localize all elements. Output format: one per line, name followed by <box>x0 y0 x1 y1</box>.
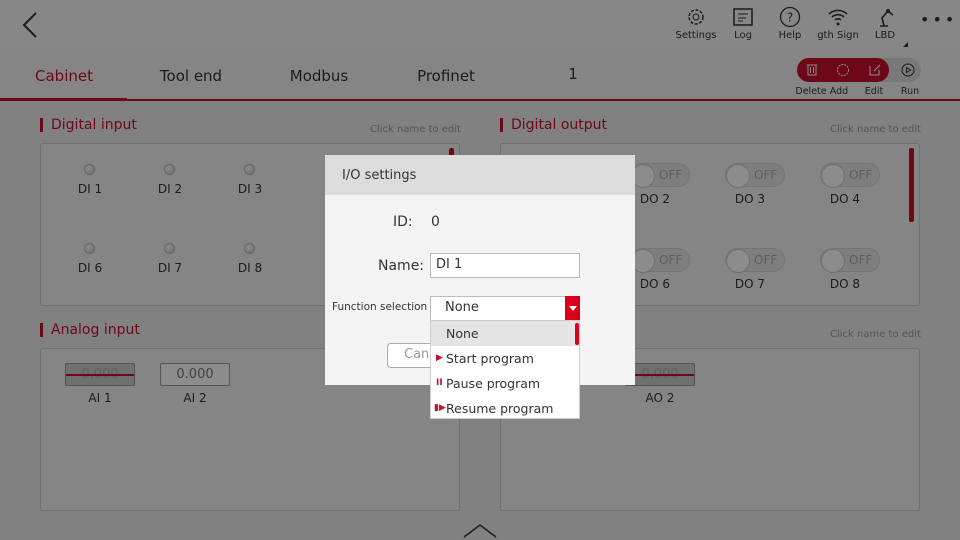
dropdown-scrollbar[interactable] <box>575 323 579 345</box>
chevron-down-icon[interactable] <box>565 296 580 321</box>
play-icon: ▶ <box>436 353 443 363</box>
name-label: Name: <box>378 258 425 274</box>
resume-icon: ▮▶ <box>434 403 446 413</box>
function-dropdown-list: None ▶ Start program II Pause program ▮▶ Re… <box>430 320 580 419</box>
id-label: ID: <box>393 214 413 230</box>
function-select[interactable]: None <box>430 296 580 321</box>
pause-icon: II <box>436 378 443 388</box>
dialog-title: I/O settings <box>325 155 635 195</box>
name-input[interactable]: DI 1 <box>430 253 580 278</box>
option-pause-program[interactable]: II Pause program <box>431 371 579 396</box>
option-resume-program[interactable]: ▮▶ Resume program <box>431 396 579 421</box>
option-none[interactable]: None <box>431 321 579 346</box>
id-value: 0 <box>431 214 440 230</box>
option-start-program[interactable]: ▶ Start program <box>431 346 579 371</box>
function-selection-label: Function selection <box>332 301 428 313</box>
